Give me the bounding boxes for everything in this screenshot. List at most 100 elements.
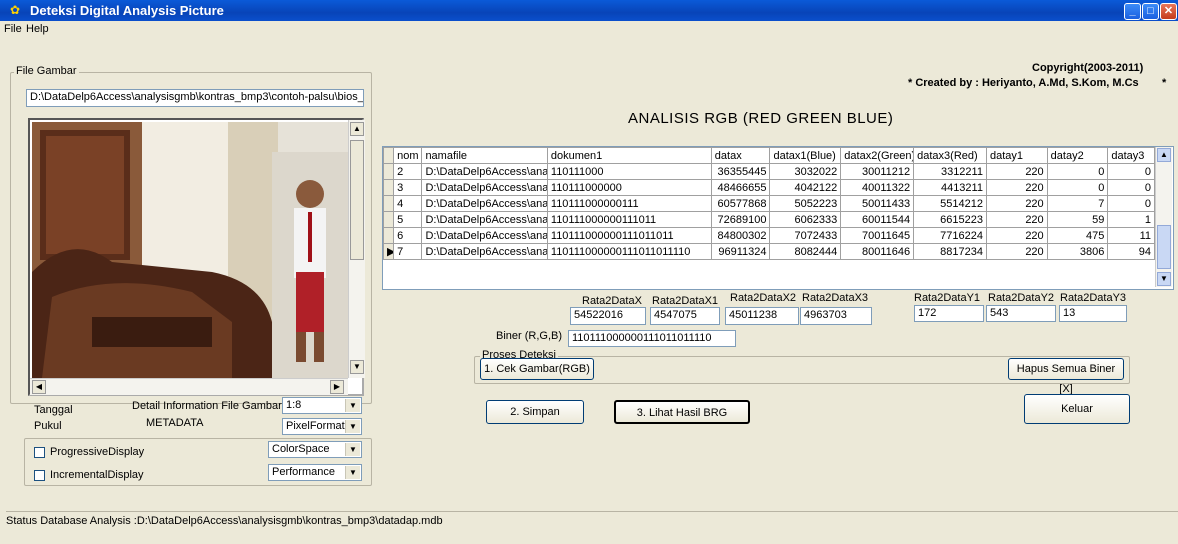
- cell-datax1[interactable]: 6062333: [769, 211, 842, 228]
- cell-nom[interactable]: 3: [393, 179, 423, 196]
- cell-namafile[interactable]: D:\DataDelp6Access\analys: [421, 227, 548, 244]
- menu-help[interactable]: Help: [26, 23, 49, 35]
- incremental-checkbox[interactable]: [34, 470, 45, 481]
- cell-datax3[interactable]: 6615223: [913, 211, 987, 228]
- cell-datay2[interactable]: 7: [1046, 195, 1109, 212]
- cell-dokumen1[interactable]: 110111000000: [546, 179, 712, 196]
- cell-datax3[interactable]: 7716224: [913, 227, 987, 244]
- table-row[interactable]: 6D:\DataDelp6Access\analys11011100000011…: [382, 227, 1155, 244]
- cell-dokumen1[interactable]: 110111000000111011: [546, 211, 712, 228]
- row-marker[interactable]: [382, 211, 395, 228]
- cell-datay1[interactable]: 220: [985, 211, 1048, 228]
- scroll-up-icon[interactable]: ▲: [350, 122, 364, 136]
- image-vscrollbar[interactable]: ▲ ▼: [348, 120, 365, 378]
- rata2datax3-field[interactable]: 4963703: [800, 307, 872, 325]
- table-row[interactable]: 2D:\DataDelp6Access\analys11011100036355…: [382, 163, 1155, 180]
- scroll-thumb[interactable]: [1157, 225, 1171, 269]
- cell-namafile[interactable]: D:\DataDelp6Access\analys: [421, 243, 548, 260]
- cell-datay2[interactable]: 475: [1046, 227, 1109, 244]
- cell-datax[interactable]: 84800302: [710, 227, 771, 244]
- cell-dokumen1[interactable]: 110111000000111011011110: [546, 243, 712, 260]
- cell-datay3[interactable]: 94: [1107, 243, 1155, 260]
- col-header[interactable]: datax2(Green): [840, 147, 915, 164]
- cell-datay2[interactable]: 0: [1046, 179, 1109, 196]
- col-header[interactable]: datax: [710, 147, 771, 164]
- cell-datax3[interactable]: 4413211: [913, 179, 987, 196]
- cek-gambar-button[interactable]: 1. Cek Gambar(RGB): [480, 358, 594, 380]
- scroll-thumb[interactable]: [350, 140, 364, 260]
- row-marker[interactable]: [382, 227, 395, 244]
- scroll-up-icon[interactable]: ▲: [1157, 148, 1171, 162]
- cell-datax3[interactable]: 5514212: [913, 195, 987, 212]
- rata2datax-field[interactable]: 54522016: [570, 307, 646, 325]
- cell-datax3[interactable]: 8817234: [913, 243, 987, 260]
- rata2datay3-field[interactable]: 13: [1059, 305, 1127, 322]
- cell-datax2[interactable]: 30011212: [840, 163, 915, 180]
- hapus-semua-biner-button[interactable]: Hapus Semua Biner [X]: [1008, 358, 1124, 395]
- cell-datax[interactable]: 36355445: [710, 163, 771, 180]
- cell-datay2[interactable]: 0: [1046, 163, 1109, 180]
- cell-datax2[interactable]: 50011433: [840, 195, 915, 212]
- data-grid[interactable]: nom namafile dokumen1 datax datax1(Blue)…: [382, 146, 1174, 290]
- maximize-button[interactable]: □: [1142, 3, 1159, 20]
- cell-datax3[interactable]: 3312211: [913, 163, 987, 180]
- col-header[interactable]: datay1: [985, 147, 1048, 164]
- row-marker[interactable]: ▶: [382, 243, 395, 260]
- col-header[interactable]: datay2: [1046, 147, 1109, 164]
- cell-datay3[interactable]: 0: [1107, 195, 1155, 212]
- colorspace-select[interactable]: ColorSpace ▼: [268, 441, 362, 458]
- cell-nom[interactable]: 6: [393, 227, 423, 244]
- cell-datay1[interactable]: 220: [985, 179, 1048, 196]
- cell-datax1[interactable]: 8082444: [769, 243, 842, 260]
- simpan-button[interactable]: 2. Simpan: [486, 400, 584, 424]
- row-marker[interactable]: [382, 179, 395, 196]
- cell-namafile[interactable]: D:\DataDelp6Access\analys: [421, 179, 548, 196]
- zoom-select[interactable]: 1:8 ▼: [282, 397, 362, 414]
- lihat-hasil-button[interactable]: 3. Lihat Hasil BRG: [614, 400, 750, 424]
- cell-datax1[interactable]: 4042122: [769, 179, 842, 196]
- cell-datax1[interactable]: 7072433: [769, 227, 842, 244]
- cell-dokumen1[interactable]: 110111000000111011011: [546, 227, 712, 244]
- cell-datax[interactable]: 96911324: [710, 243, 771, 260]
- cell-dokumen1[interactable]: 110111000000111: [546, 195, 712, 212]
- table-row[interactable]: 5D:\DataDelp6Access\analys11011100000011…: [382, 211, 1155, 228]
- col-header[interactable]: nom: [393, 147, 423, 164]
- cell-nom[interactable]: 4: [393, 195, 423, 212]
- cell-dokumen1[interactable]: 110111000: [546, 163, 712, 180]
- cell-namafile[interactable]: D:\DataDelp6Access\analys: [421, 211, 548, 228]
- cell-namafile[interactable]: D:\DataDelp6Access\analys: [421, 163, 548, 180]
- progressive-checkbox[interactable]: [34, 447, 45, 458]
- image-hscrollbar[interactable]: ◀ ▶: [30, 378, 348, 395]
- col-header[interactable]: datax1(Blue): [769, 147, 842, 164]
- rata2datay2-field[interactable]: 543: [986, 305, 1056, 322]
- col-header[interactable]: namafile: [421, 147, 548, 164]
- cell-datax[interactable]: 72689100: [710, 211, 771, 228]
- cell-datax2[interactable]: 80011646: [840, 243, 915, 260]
- grid-vscrollbar[interactable]: ▲ ▼: [1155, 147, 1172, 287]
- cell-datay3[interactable]: 0: [1107, 179, 1155, 196]
- cell-datay3[interactable]: 1: [1107, 211, 1155, 228]
- col-header[interactable]: datay3: [1107, 147, 1155, 164]
- pixelformat-select[interactable]: PixelFormat ▼: [282, 418, 362, 435]
- cell-nom[interactable]: 2: [393, 163, 423, 180]
- biner-field[interactable]: 110111000000111011011110: [568, 330, 736, 347]
- file-path-field[interactable]: D:\DataDelp6Access\analysisgmb\kontras_b…: [26, 89, 364, 107]
- cell-datay1[interactable]: 220: [985, 195, 1048, 212]
- row-marker[interactable]: [382, 195, 395, 212]
- cell-datax2[interactable]: 40011322: [840, 179, 915, 196]
- cell-datax2[interactable]: 70011645: [840, 227, 915, 244]
- rata2datay1-field[interactable]: 172: [914, 305, 984, 322]
- cell-datax[interactable]: 48466655: [710, 179, 771, 196]
- cell-datax1[interactable]: 5052223: [769, 195, 842, 212]
- keluar-button[interactable]: Keluar: [1024, 394, 1130, 424]
- col-header[interactable]: datax3(Red): [913, 147, 987, 164]
- rata2datax1-field[interactable]: 4547075: [650, 307, 720, 325]
- performance-select[interactable]: Performance ▼: [268, 464, 362, 481]
- cell-datay2[interactable]: 59: [1046, 211, 1109, 228]
- table-row[interactable]: 4D:\DataDelp6Access\analys11011100000011…: [382, 195, 1155, 212]
- cell-datax[interactable]: 60577868: [710, 195, 771, 212]
- cell-datay3[interactable]: 0: [1107, 163, 1155, 180]
- cell-datay1[interactable]: 220: [985, 243, 1048, 260]
- minimize-button[interactable]: _: [1124, 3, 1141, 20]
- scroll-left-icon[interactable]: ◀: [32, 380, 46, 394]
